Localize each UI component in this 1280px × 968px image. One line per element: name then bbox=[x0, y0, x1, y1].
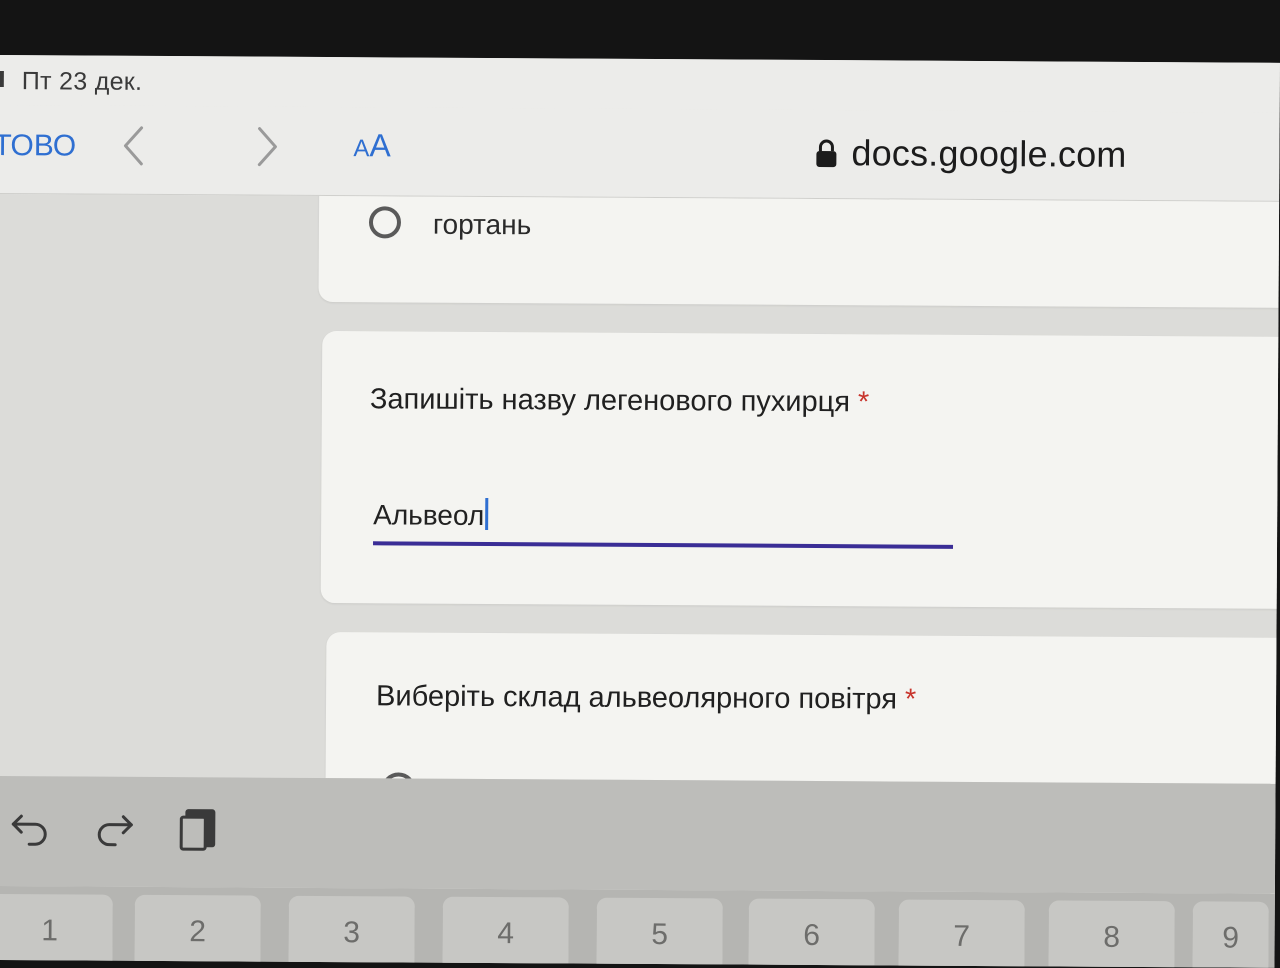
question-title-text: Запишіть назву легенового пухирця bbox=[370, 383, 850, 418]
forward-chevron-icon[interactable] bbox=[247, 117, 287, 177]
answer-input[interactable]: Альвеол bbox=[373, 493, 953, 549]
key-3[interactable]: 3 bbox=[288, 896, 414, 968]
number-key-row: 1 2 3 4 5 6 7 8 9 bbox=[0, 886, 1275, 968]
paste-icon[interactable] bbox=[177, 803, 221, 849]
answer-text-row: Альвеол bbox=[373, 497, 488, 532]
text-size-big-letter: A bbox=[369, 127, 391, 163]
status-bar: Пт 23 дек. bbox=[0, 55, 1280, 113]
key-label: 1 bbox=[0, 914, 113, 949]
text-caret bbox=[485, 498, 488, 530]
ipad-screen: Пт 23 дек. ТОВО AA docs.google.com bbox=[0, 55, 1280, 968]
answer-value: Альвеол bbox=[373, 499, 484, 531]
required-mark: * bbox=[858, 386, 869, 418]
key-6[interactable]: 6 bbox=[748, 899, 874, 968]
question-title: Виберіть склад альвеолярного повітря* bbox=[376, 680, 916, 716]
key-label: 5 bbox=[597, 918, 723, 953]
key-label: 4 bbox=[443, 917, 569, 952]
key-label: 3 bbox=[289, 916, 415, 951]
back-chevron-icon[interactable] bbox=[117, 116, 157, 176]
question-title: Запишіть назву легенового пухирця* bbox=[370, 383, 870, 419]
redo-icon[interactable] bbox=[93, 807, 137, 853]
question-card-previous: гортань bbox=[318, 194, 1279, 308]
lock-icon bbox=[815, 138, 837, 168]
text-size-small-letter: A bbox=[353, 135, 369, 162]
key-label: 2 bbox=[135, 915, 261, 950]
key-label: 6 bbox=[749, 919, 875, 954]
radio-button[interactable] bbox=[369, 206, 401, 238]
undo-icon[interactable] bbox=[9, 806, 53, 852]
key-2[interactable]: 2 bbox=[134, 895, 260, 968]
key-label: 9 bbox=[1193, 921, 1269, 955]
radio-option-label[interactable]: гортань bbox=[433, 209, 531, 242]
required-mark: * bbox=[905, 684, 916, 716]
key-label: 7 bbox=[899, 920, 1025, 955]
question-card-multiple-choice: Виберіть склад альвеолярного повітря* bbox=[325, 632, 1279, 784]
key-1[interactable]: 1 bbox=[0, 894, 113, 968]
done-button[interactable]: ТОВО bbox=[0, 129, 76, 164]
form-content: гортань Запишіть назву легенового пухирц… bbox=[0, 194, 1279, 784]
status-date: Пт 23 дек. bbox=[22, 67, 143, 97]
key-5[interactable]: 5 bbox=[596, 898, 722, 968]
key-8[interactable]: 8 bbox=[1048, 900, 1174, 967]
keyboard-shortcut-bar bbox=[0, 776, 1276, 894]
key-4[interactable]: 4 bbox=[442, 897, 568, 968]
question-card-short-answer: Запишіть назву легенового пухирця* Альве… bbox=[321, 331, 1279, 609]
key-label: 8 bbox=[1049, 920, 1175, 955]
text-size-button[interactable]: AA bbox=[353, 127, 391, 164]
browser-toolbar: ТОВО AA docs.google.com bbox=[0, 105, 1280, 202]
key-7[interactable]: 7 bbox=[898, 900, 1024, 968]
key-9[interactable]: 9 bbox=[1192, 901, 1268, 967]
status-edge-mark bbox=[0, 71, 4, 87]
question-title-text: Виберіть склад альвеолярного повітря bbox=[376, 680, 897, 715]
url-text: docs.google.com bbox=[851, 132, 1126, 176]
